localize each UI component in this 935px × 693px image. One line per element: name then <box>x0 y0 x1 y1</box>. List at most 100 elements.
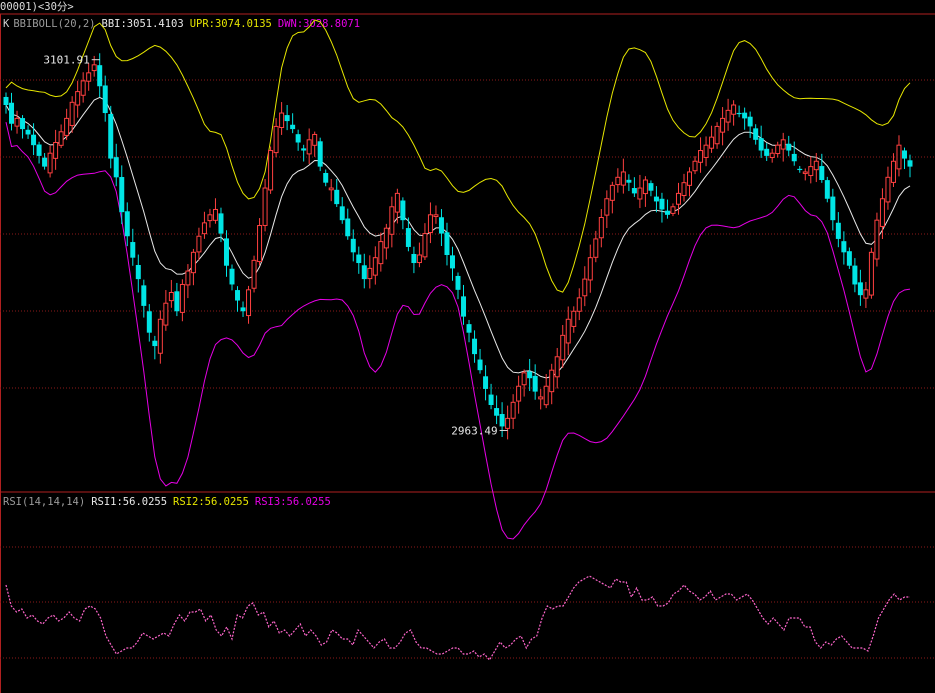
candle-body-up <box>262 187 268 226</box>
candle-body-down <box>295 134 301 143</box>
candle-body-down <box>36 144 42 156</box>
candle-body-up <box>389 206 395 235</box>
candle-body-down <box>361 265 367 280</box>
candle-body-up <box>163 302 169 326</box>
rsi-line <box>5 575 910 662</box>
candle-body-up <box>168 292 174 302</box>
candle-body-down <box>339 206 345 221</box>
candle-body-down <box>25 129 31 135</box>
candle-body-up <box>328 187 334 191</box>
candle-body-up <box>604 198 610 216</box>
candle-body-down <box>791 153 797 162</box>
candle-body-down <box>97 65 103 87</box>
candle-body-down <box>345 218 351 237</box>
candle-body-up <box>543 385 549 406</box>
candle-body-down <box>350 238 356 253</box>
candle-body-up <box>709 136 715 149</box>
candle-body-up <box>268 150 274 191</box>
candle-body-up <box>422 233 428 258</box>
candle-body-up <box>802 171 808 174</box>
candle-body-up <box>725 109 731 123</box>
candle-body-down <box>444 232 450 255</box>
candle-body-down <box>461 296 467 317</box>
candle-body-up <box>516 385 522 402</box>
candle-body-up <box>246 289 252 317</box>
candle-body-down <box>653 196 659 202</box>
candle-body-up <box>433 214 439 218</box>
candle-body-down <box>9 102 15 124</box>
candle-body-up <box>598 217 604 239</box>
candle-body-down <box>786 143 792 151</box>
candle-body-up <box>554 356 560 378</box>
candle-body-up <box>731 104 737 115</box>
candle-body-down <box>659 198 665 210</box>
candle-body-down <box>218 213 224 234</box>
candle-body-up <box>367 267 373 280</box>
candle-body-up <box>538 396 544 400</box>
candle-body-up <box>383 227 389 249</box>
candle-body-up <box>212 208 218 221</box>
candle-body-up <box>698 150 704 163</box>
candle-body-down <box>830 196 836 221</box>
candle-body-down <box>449 255 455 269</box>
candle-body-down <box>626 179 632 183</box>
candle-body-up <box>868 251 874 296</box>
candle-body-down <box>152 340 158 347</box>
candle-body-up <box>587 257 593 281</box>
candle-body-up <box>714 125 720 145</box>
candle-body-up <box>251 259 257 289</box>
candle-body-up <box>692 160 698 172</box>
candle-body-up <box>86 72 92 82</box>
extreme-markers: 3101.91 2963.49 <box>43 54 508 437</box>
candle-body-up <box>75 91 81 106</box>
candle-body-down <box>135 264 141 280</box>
candle-body-down <box>648 183 654 191</box>
candle-body-down <box>664 210 670 215</box>
stock-chart[interactable]: 3101.91 2963.49 <box>0 0 935 693</box>
candle-body-up <box>69 101 75 126</box>
candle-body-up <box>675 192 681 205</box>
candle-body-up <box>874 219 880 260</box>
candle-body-down <box>466 324 472 333</box>
candle-body-down <box>841 241 847 253</box>
candle-body-up <box>273 125 279 154</box>
candle-body-down <box>229 268 235 285</box>
gridlines <box>0 79 935 659</box>
candle-body-down <box>130 242 136 258</box>
candle-body-down <box>334 189 340 205</box>
candle-body-down <box>400 200 406 221</box>
candle-body-up <box>312 133 318 146</box>
candle-body-down <box>124 211 130 237</box>
candle-body-down <box>742 112 748 119</box>
candle-body-down <box>819 166 825 180</box>
candle-body-up <box>190 251 196 274</box>
candle-body-down <box>438 217 444 234</box>
candle-body-up <box>510 401 516 419</box>
bbi-line <box>5 96 911 379</box>
candle-body-down <box>499 414 505 427</box>
candle-body-up <box>306 139 312 155</box>
candle-body-down <box>472 338 478 355</box>
candle-body-down <box>532 375 538 392</box>
candlesticks <box>3 53 913 440</box>
candle-body-down <box>108 113 114 159</box>
candle-body-up <box>703 144 709 158</box>
candle-body-up <box>505 417 511 429</box>
dwn-line <box>5 121 911 540</box>
candle-body-down <box>753 128 759 140</box>
candle-body-down <box>301 148 307 151</box>
candle-body-down <box>42 157 48 167</box>
candle-body-up <box>620 171 626 186</box>
candle-body-down <box>835 222 841 239</box>
candle-body-up <box>372 257 378 276</box>
candle-body-up <box>91 64 97 72</box>
candle-body-up <box>185 270 191 286</box>
candle-body-down <box>764 148 770 156</box>
candle-body-up <box>885 176 891 203</box>
candle-body-down <box>31 134 37 146</box>
candle-body-up <box>394 192 400 213</box>
candle-body-down <box>411 253 417 264</box>
candle-body-up <box>14 117 20 127</box>
candle-body-down <box>284 115 290 122</box>
candle-body-down <box>174 291 180 312</box>
